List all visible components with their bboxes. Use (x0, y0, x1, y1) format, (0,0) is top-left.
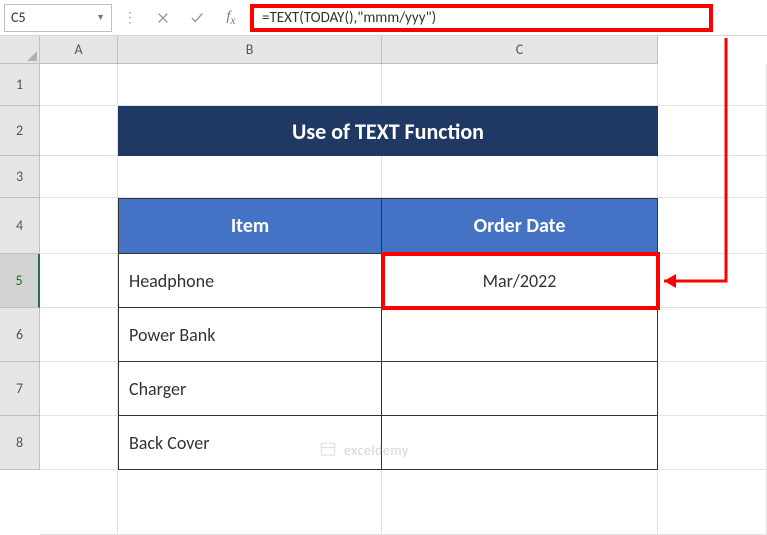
divider: ⋮ (116, 9, 144, 26)
chevron-down-icon: ▼ (96, 12, 105, 23)
enter-formula-button[interactable] (182, 4, 212, 32)
table-header-item[interactable]: Item (118, 198, 382, 254)
table-row[interactable]: Charger (118, 362, 382, 416)
name-box[interactable]: C5 ▼ (4, 4, 112, 32)
check-icon (190, 11, 204, 25)
title-banner: Use of TEXT Function (118, 106, 658, 156)
row-header-8[interactable]: 8 (0, 416, 40, 470)
row-headers: 1 2 3 4 5 6 7 8 (0, 64, 40, 470)
table-header-order-date[interactable]: Order Date (381, 198, 658, 254)
sheet-area: A B C 1 2 3 4 5 6 7 8 (0, 36, 767, 535)
grid[interactable]: Use of TEXT Function Item Order Date Hea… (40, 64, 767, 535)
row-header-2[interactable]: 2 (0, 106, 40, 156)
watermark-text: exceldemy (344, 442, 409, 459)
select-all-corner[interactable] (0, 36, 40, 64)
watermark: exceldemy (318, 440, 409, 460)
watermark-icon (318, 440, 338, 460)
row-header-6[interactable]: 6 (0, 308, 40, 362)
fx-button[interactable]: fx (216, 4, 246, 32)
row-header-7[interactable]: 7 (0, 362, 40, 416)
row-header-5[interactable]: 5 (0, 254, 40, 308)
table-row[interactable]: Mar/2022 (381, 254, 658, 308)
row-header-1[interactable]: 1 (0, 64, 40, 106)
table-row[interactable]: Headphone (118, 254, 382, 308)
column-headers: A B C (40, 36, 658, 64)
col-header-c[interactable]: C (382, 36, 658, 64)
x-icon (156, 11, 170, 25)
cancel-formula-button[interactable] (148, 4, 178, 32)
row-header-4[interactable]: 4 (0, 198, 40, 254)
table-row[interactable] (381, 308, 658, 362)
row-header-3[interactable]: 3 (0, 156, 40, 198)
table-row[interactable]: Power Bank (118, 308, 382, 362)
col-header-a[interactable]: A (40, 36, 118, 64)
name-box-value: C5 (11, 9, 26, 26)
col-header-b[interactable]: B (118, 36, 382, 64)
formula-input[interactable]: =TEXT(TODAY(),"mmm/yyy") (250, 4, 713, 32)
formula-text: =TEXT(TODAY(),"mmm/yyy") (262, 9, 436, 27)
table-row[interactable] (381, 362, 658, 416)
fx-icon: fx (226, 9, 235, 27)
table-row[interactable] (381, 416, 658, 470)
formula-bar: C5 ▼ ⋮ fx =TEXT(TODAY(),"mmm/yyy") (0, 0, 767, 36)
